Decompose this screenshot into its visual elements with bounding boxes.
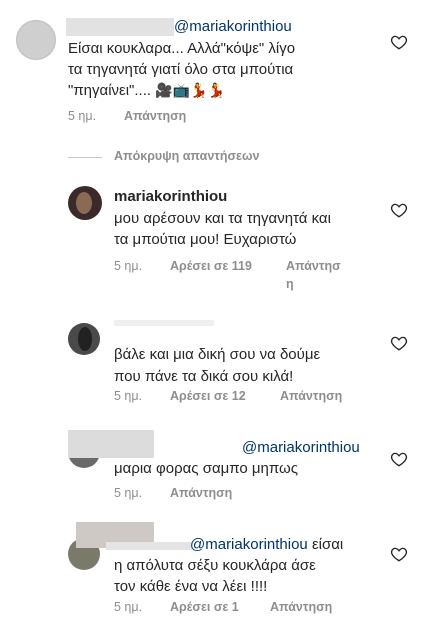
reply-button[interactable]: Απάντησ bbox=[286, 259, 341, 273]
like-heart-icon[interactable] bbox=[390, 545, 408, 563]
reply-button[interactable]: Απάντηση bbox=[124, 109, 186, 123]
blurred-username bbox=[68, 430, 154, 458]
like-heart-icon[interactable] bbox=[390, 33, 408, 51]
comment-time: 5 ημ. bbox=[114, 259, 143, 273]
dancer-emoji: 💃 bbox=[207, 82, 225, 98]
reply-button[interactable]: Απάντηση bbox=[280, 389, 342, 403]
comment-text: Είσαι κουκλαρα... Αλλά"κόψε" λίγο bbox=[68, 40, 296, 57]
blurred-username bbox=[106, 542, 192, 550]
dancer-emoji: 💃 bbox=[190, 82, 208, 98]
comment-text: βάλε και μια δική σου να δούμε bbox=[114, 346, 321, 363]
movie-camera-emoji: 🎥 bbox=[155, 82, 173, 98]
comment-time: 5 ημ. bbox=[114, 600, 143, 614]
comment-time: 5 ημ. bbox=[114, 389, 143, 403]
reply-button[interactable]: Απάντηση bbox=[270, 600, 332, 614]
like-heart-icon[interactable] bbox=[390, 450, 408, 468]
reply-button-wrap[interactable]: η bbox=[286, 277, 294, 291]
avatar[interactable] bbox=[68, 323, 100, 355]
comment-text: μου αρέσουν και τα τηγανητά και bbox=[114, 210, 331, 227]
like-heart-icon[interactable] bbox=[390, 201, 408, 219]
like-heart-icon[interactable] bbox=[390, 334, 408, 352]
comment-text: μαρια φορας σαμπο μηπως bbox=[114, 460, 298, 477]
blurred-username bbox=[66, 18, 174, 36]
cropped-username bbox=[114, 320, 214, 326]
likes-count[interactable]: Αρέσει σε 1 bbox=[170, 600, 239, 614]
avatar[interactable] bbox=[68, 186, 102, 220]
comment-text: η απόλυτα σέξυ κουκλάρα άσε bbox=[114, 557, 316, 574]
comment-time: 5 ημ. bbox=[114, 486, 143, 500]
comment-mention[interactable]: @mariakorinthiou bbox=[242, 437, 360, 458]
likes-count[interactable]: Αρέσει σε 12 bbox=[170, 389, 246, 403]
comment-mention[interactable]: @mariakorinthiou είσαι bbox=[190, 534, 343, 555]
comment-text: τα μπούτια μου! Ευχαριστώ bbox=[114, 231, 297, 248]
reply-button[interactable]: Απάντηση bbox=[170, 486, 232, 500]
comment-text: που πάνε τα δικά σου κιλά! bbox=[114, 368, 294, 385]
comment-mention[interactable]: @mariakorinthiou bbox=[174, 16, 292, 37]
likes-count[interactable]: Αρέσει σε 119 bbox=[170, 259, 252, 273]
replies-divider bbox=[68, 157, 102, 158]
comment-text: τον κάθε ένα να λέει !!!! bbox=[114, 578, 268, 595]
comment-text: "πηγαίνει".... 🎥📺💃💃 bbox=[68, 82, 225, 99]
comment-time: 5 ημ. bbox=[68, 109, 97, 123]
tv-emoji: 📺 bbox=[172, 82, 191, 98]
avatar[interactable] bbox=[16, 20, 56, 60]
comment-text: τα τηγανητά γιατί όλο στα μπούτια bbox=[68, 61, 294, 78]
hide-replies-button[interactable]: Απόκρυψη απαντήσεων bbox=[114, 149, 260, 163]
comment-username[interactable]: mariakorinthiou bbox=[114, 186, 227, 207]
